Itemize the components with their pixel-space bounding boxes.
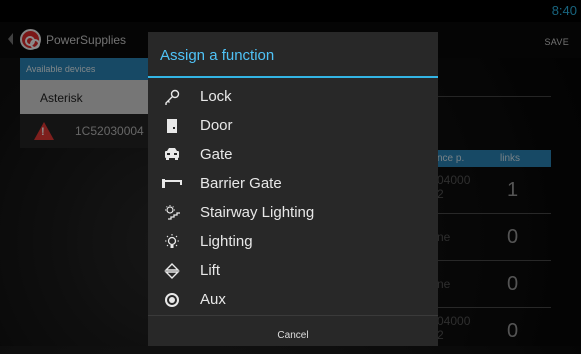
door-icon — [162, 117, 182, 135]
function-option-aux[interactable]: Aux — [148, 285, 438, 314]
cancel-button[interactable]: Cancel — [148, 315, 438, 346]
function-option-door[interactable]: Door — [148, 111, 438, 140]
lift-icon — [162, 262, 182, 280]
option-label: Door — [200, 117, 233, 134]
barrier-gate-icon — [162, 175, 182, 193]
function-option-barrier-gate[interactable]: Barrier Gate — [148, 169, 438, 198]
aux-icon — [162, 291, 182, 309]
gate-icon — [162, 146, 182, 164]
option-label: Gate — [200, 146, 233, 163]
stairway-lighting-icon — [162, 204, 182, 222]
option-label: Stairway Lighting — [200, 204, 315, 221]
lighting-icon — [162, 233, 182, 251]
option-label: Lock — [200, 88, 232, 105]
option-label: Lighting — [200, 233, 253, 250]
function-option-gate[interactable]: Gate — [148, 140, 438, 169]
function-option-stairway-lighting[interactable]: Stairway Lighting — [148, 198, 438, 227]
dialog-title: Assign a function — [160, 47, 275, 64]
key-icon — [162, 88, 182, 106]
cancel-label: Cancel — [277, 330, 309, 341]
option-label: Barrier Gate — [200, 175, 282, 192]
dialog-title-bar: Assign a function — [148, 32, 438, 78]
option-label: Lift — [200, 262, 221, 279]
option-label: Aux — [200, 291, 226, 308]
function-option-lighting[interactable]: Lighting — [148, 227, 438, 256]
function-option-lift[interactable]: Lift — [148, 256, 438, 285]
assign-function-dialog: Assign a function Lock Door Gate Barrier… — [148, 32, 438, 346]
function-option-lock[interactable]: Lock — [148, 82, 438, 111]
